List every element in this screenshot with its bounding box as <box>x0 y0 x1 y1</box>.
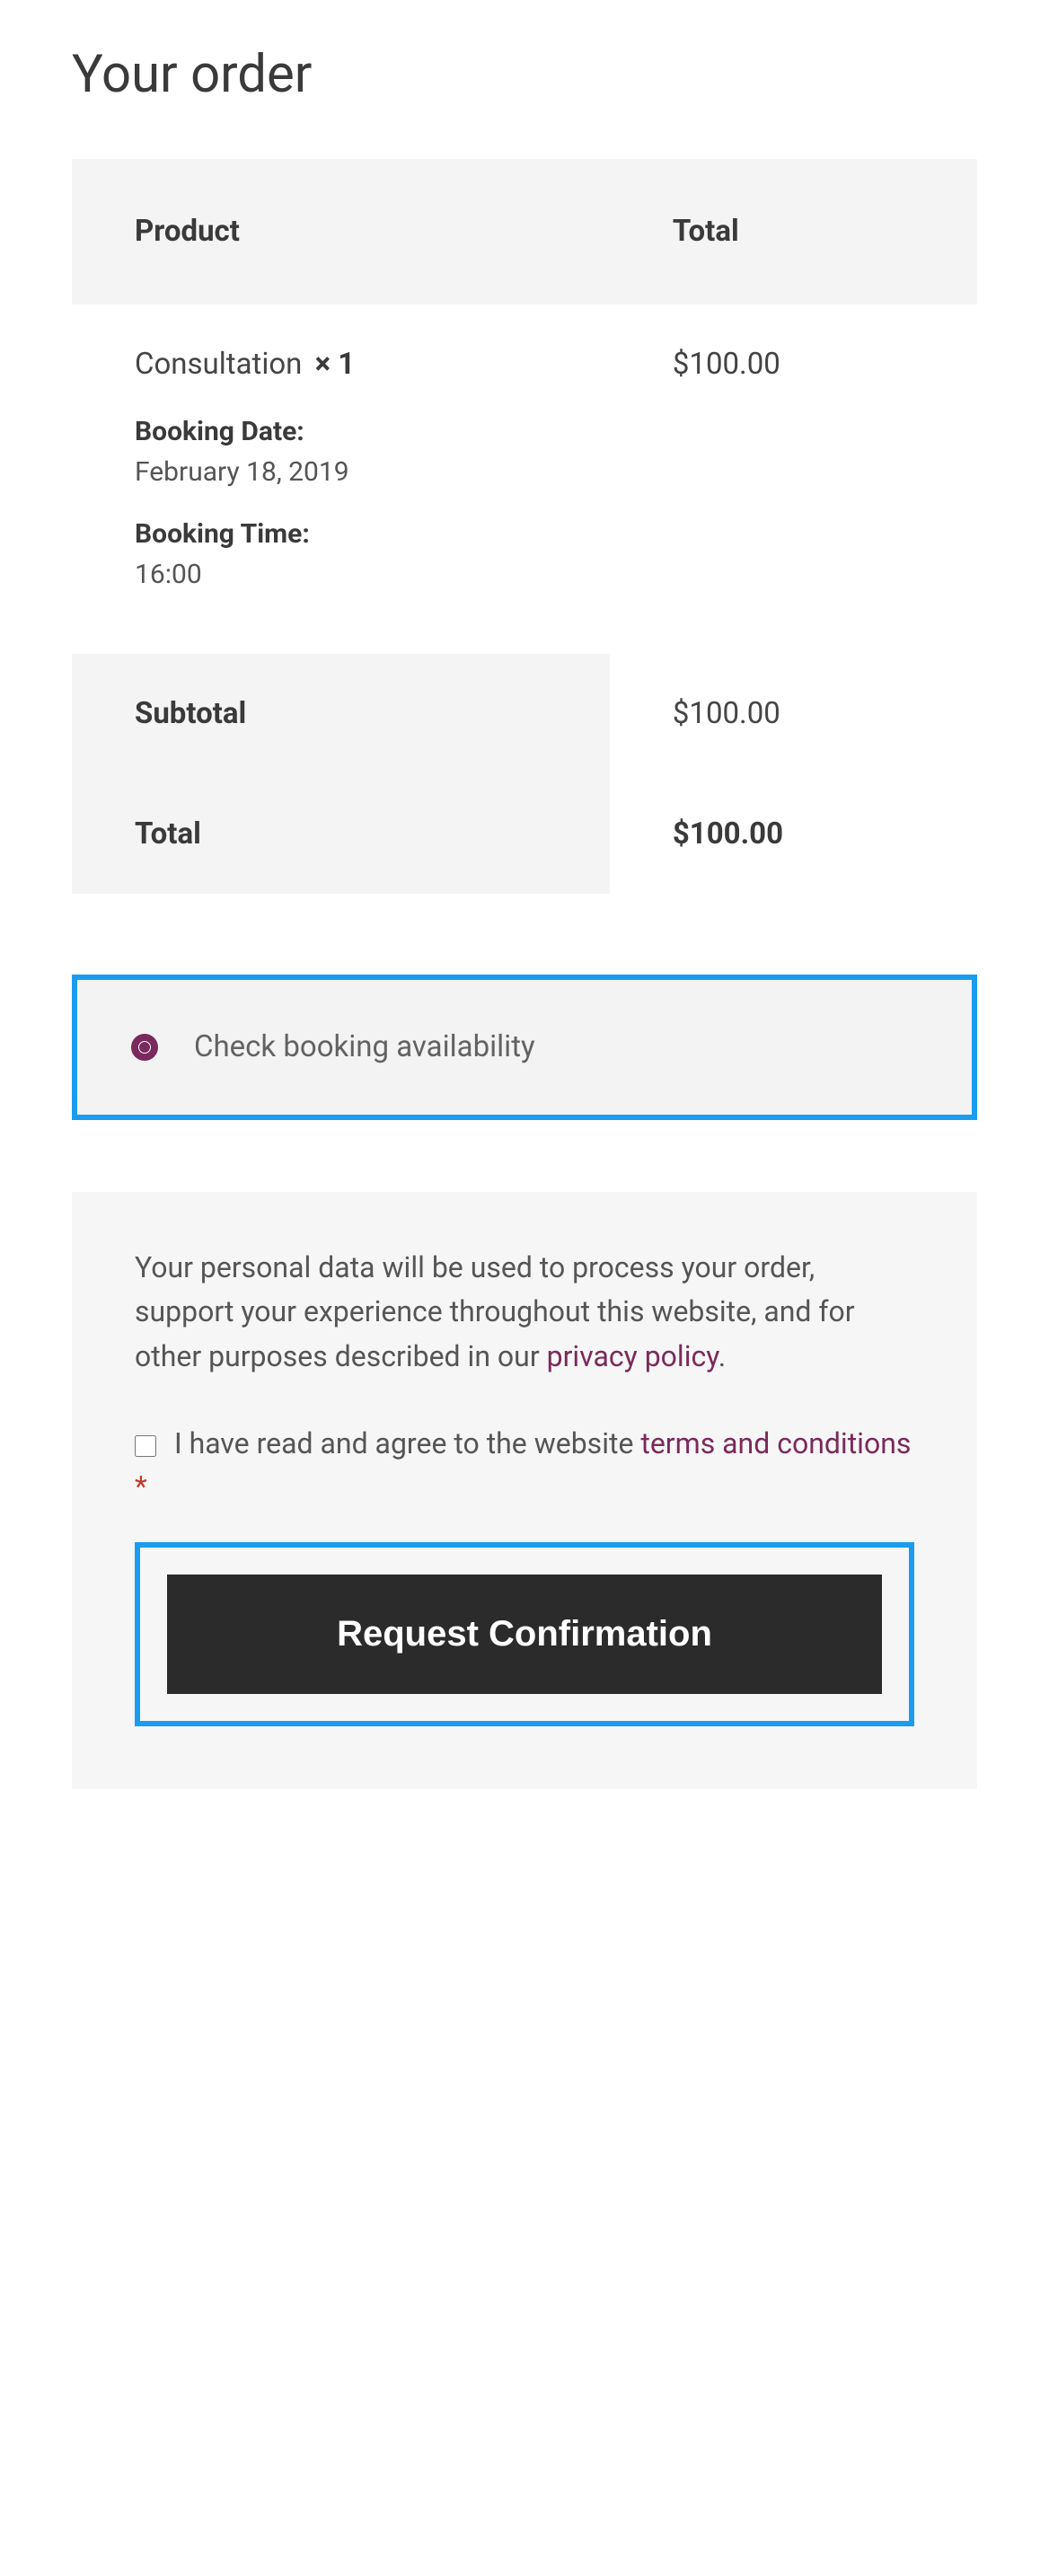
payment-option-label: Check booking availability <box>194 1025 535 1070</box>
radio-icon <box>131 1034 158 1061</box>
terms-row: I have read and agree to the website ter… <box>135 1422 914 1508</box>
booking-time-value: 16:00 <box>135 554 547 595</box>
header-product: Product <box>72 159 610 304</box>
product-price: $100.00 <box>610 304 977 655</box>
table-row: Consultation × 1 Booking Date: February … <box>72 304 977 655</box>
subtotal-label: Subtotal <box>72 654 610 774</box>
booking-date-value: February 18, 2019 <box>135 452 547 492</box>
total-label: Total <box>72 774 610 895</box>
privacy-text-before: Your personal data will be used to proce… <box>135 1250 855 1373</box>
request-confirmation-button[interactable]: Request Confirmation <box>167 1575 882 1694</box>
payment-option[interactable]: Check booking availability <box>131 1025 535 1070</box>
terms-link[interactable]: terms and conditions <box>640 1426 911 1460</box>
booking-date-label: Booking Date: <box>135 411 547 452</box>
terms-text-before: I have read and agree to the website <box>174 1426 640 1460</box>
privacy-text: Your personal data will be used to proce… <box>135 1246 914 1380</box>
privacy-text-after: . <box>718 1339 726 1373</box>
privacy-policy-link[interactable]: privacy policy <box>547 1339 718 1373</box>
booking-time-label: Booking Time: <box>135 514 547 554</box>
total-value: $100.00 <box>610 774 977 895</box>
required-mark: * <box>135 1469 147 1504</box>
subtotal-value: $100.00 <box>610 654 977 774</box>
product-name: Consultation <box>135 347 302 382</box>
order-table: Product Total Consultation × 1 Booking D… <box>72 159 977 894</box>
terms-block: Your personal data will be used to proce… <box>72 1192 977 1790</box>
submit-wrap: Request Confirmation <box>135 1542 914 1726</box>
page-title: Your order <box>72 36 977 114</box>
payment-method-block: Check booking availability <box>72 975 977 1120</box>
product-qty: × 1 <box>315 347 356 382</box>
header-total: Total <box>610 159 977 304</box>
terms-checkbox[interactable] <box>135 1435 156 1457</box>
